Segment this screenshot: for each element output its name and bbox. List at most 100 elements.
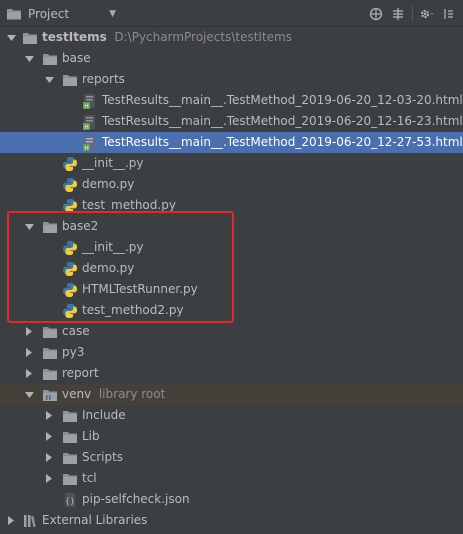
folder-label: tcl [82,471,97,485]
folder-label: Include [82,408,126,422]
tree-item-html-file[interactable]: H TestResults__main__.TestMethod_2019-06… [0,90,463,111]
folder-icon [23,33,37,44]
file-label: TestResults__main__.TestMethod_2019-06-2… [102,135,463,149]
folder-icon [43,369,57,380]
file-label: test_method2.py [82,303,184,317]
svg-text:H: H [84,124,89,130]
folder-icon [43,348,57,359]
tree-item-venv-include[interactable]: Include [0,405,463,426]
tree-item-case[interactable]: case [0,321,463,342]
tree-item-html-file[interactable]: H TestResults__main__.TestMethod_2019-06… [0,111,463,132]
folder-label: py3 [62,345,85,359]
collapsed-arrow-icon[interactable] [23,321,35,342]
json-file-icon: {} [65,493,75,507]
toolbar-divider [412,5,413,22]
view-title: Project [28,6,70,21]
tree-item-py-file[interactable]: __init__.py [0,237,463,258]
folder-label: reports [82,72,125,86]
folder-icon [63,453,77,464]
root-name: testItems [42,30,107,44]
tree-item-venv-lib[interactable]: Lib [0,426,463,447]
collapsed-arrow-icon[interactable] [5,510,17,531]
python-file-icon [63,262,77,276]
tree-item-reports[interactable]: reports [0,69,463,90]
tree-item-venv-scripts[interactable]: Scripts [0,447,463,468]
python-file-icon [63,304,77,318]
collapsed-arrow-icon[interactable] [23,363,35,384]
python-file-icon [63,157,77,171]
collapsed-arrow-icon[interactable] [43,447,55,468]
folder-icon [63,411,77,422]
file-label: demo.py [82,261,135,275]
project-folder-icon [7,8,21,19]
html-file-icon: H [83,136,95,151]
file-label: TestResults__main__.TestMethod_2019-06-2… [102,114,463,128]
tree-item-py-file[interactable]: HTMLTestRunner.py [0,279,463,300]
expanded-arrow-icon[interactable] [23,216,35,237]
tree-item-root[interactable]: testItems D:\PycharmProjects\testItems [0,27,463,48]
project-tool-window: Project ▼ testItems D:\PycharmProjects\t… [0,0,463,534]
tree-item-py3[interactable]: py3 [0,342,463,363]
folder-label: case [62,324,90,338]
file-label: __init__.py [82,156,144,170]
tree-item-base2[interactable]: base2 [0,216,463,237]
globe-icon[interactable] [368,6,384,22]
file-label: HTMLTestRunner.py [82,282,198,296]
view-selector[interactable]: Project ▼ [6,0,116,27]
tree-item-venv[interactable]: venv library root [0,384,463,405]
tree-item-report[interactable]: report [0,363,463,384]
collapsed-arrow-icon[interactable] [43,468,55,489]
svg-text:H: H [84,103,89,109]
folder-icon [43,54,57,65]
gear-icon[interactable] [419,6,435,22]
file-label: __init__.py [82,240,144,254]
library-folder-icon [43,390,57,401]
tree-item-external-libraries[interactable]: External Libraries [0,510,463,531]
library-icon [24,515,36,528]
folder-icon [63,474,77,485]
folder-icon [63,432,77,443]
collapse-icon[interactable] [390,6,406,22]
tree-item-py-file[interactable]: test_method2.py [0,300,463,321]
file-label: pip-selfcheck.json [82,492,190,506]
file-label: test_method.py [82,198,176,212]
hide-icon[interactable] [441,6,457,22]
folder-label: Scripts [82,450,124,464]
html-file-icon: H [83,94,95,109]
python-file-icon [63,199,77,213]
tree-item-venv-tcl[interactable]: tcl [0,468,463,489]
toolbar-actions [368,0,457,27]
python-file-icon [63,241,77,255]
folder-label: venv [62,387,92,401]
expanded-arrow-icon[interactable] [23,48,35,69]
tree-item-py-file[interactable]: __init__.py [0,153,463,174]
file-label: demo.py [82,177,135,191]
project-tree: testItems D:\PycharmProjects\testItems b… [0,27,463,531]
folder-label: base [62,51,91,65]
chevron-down-icon[interactable]: ▼ [109,9,116,19]
tree-item-json-file[interactable]: {} pip-selfcheck.json [0,489,463,510]
folder-label: report [62,366,99,380]
tree-item-py-file[interactable]: demo.py [0,174,463,195]
svg-text:{}: {} [65,497,75,506]
project-toolbar: Project ▼ [0,0,463,27]
folder-icon [63,75,77,86]
folder-icon [43,327,57,338]
collapsed-arrow-icon[interactable] [23,342,35,363]
collapsed-arrow-icon[interactable] [43,405,55,426]
folder-label: Lib [82,429,100,443]
python-file-icon [63,283,77,297]
tree-item-py-file[interactable]: test_method.py [0,195,463,216]
python-file-icon [63,178,77,192]
file-label: TestResults__main__.TestMethod_2019-06-2… [102,93,463,107]
tree-item-py-file[interactable]: demo.py [0,258,463,279]
library-root-hint: library root [98,387,166,401]
expanded-arrow-icon[interactable] [23,384,35,405]
collapsed-arrow-icon[interactable] [43,426,55,447]
tree-item-base[interactable]: base [0,48,463,69]
svg-text:H: H [84,145,89,151]
expanded-arrow-icon[interactable] [43,69,55,90]
tree-item-html-file-selected[interactable]: H TestResults__main__.TestMethod_2019-06… [0,132,463,153]
expanded-arrow-icon[interactable] [5,27,17,48]
folder-label: base2 [62,219,99,233]
